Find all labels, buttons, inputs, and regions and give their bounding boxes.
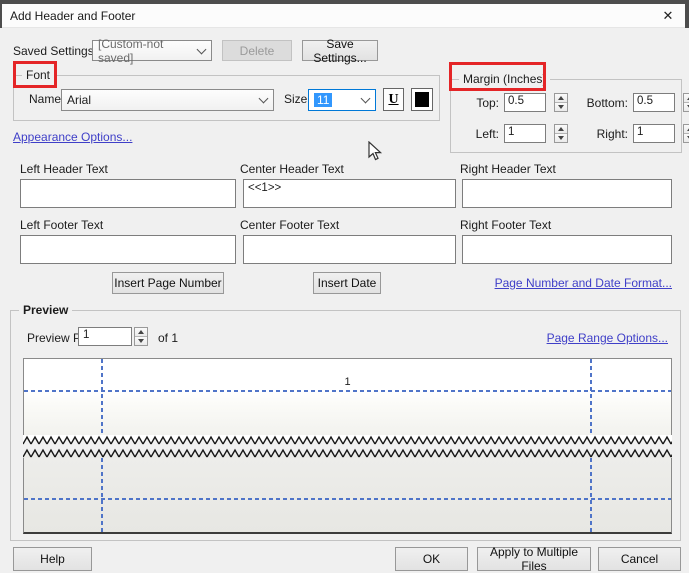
margin-right-spinner[interactable]	[683, 124, 689, 143]
page-tear-edge-top	[23, 435, 672, 445]
appearance-options-link[interactable]: Appearance Options...	[13, 130, 132, 144]
color-swatch-icon	[415, 92, 429, 107]
spin-down-icon[interactable]	[555, 134, 567, 142]
spin-up-icon[interactable]	[555, 125, 567, 134]
font-size-label: Size:	[284, 92, 311, 106]
right-footer-input[interactable]	[462, 235, 672, 264]
help-button[interactable]: Help	[13, 547, 92, 571]
margin-left-spinner[interactable]	[554, 124, 568, 143]
underline-button[interactable]: U	[383, 88, 404, 111]
center-footer-label: Center Footer Text	[240, 218, 339, 232]
preview-group: Preview Preview Page 1 of 1 Page Range O…	[10, 310, 681, 541]
font-size-combo[interactable]: 11	[308, 89, 376, 111]
margin-bottom-spinner[interactable]	[683, 93, 689, 112]
margin-left-label: Left:	[457, 127, 499, 141]
left-margin-guide	[101, 359, 103, 435]
spin-up-icon[interactable]	[684, 94, 689, 103]
margin-row-top: Top: 0.5 Bottom: 0.5	[457, 93, 689, 112]
save-settings-button[interactable]: Save Settings...	[302, 40, 378, 61]
font-annotation-rectangle	[13, 61, 57, 88]
margin-top-input[interactable]: 0.5	[504, 93, 546, 112]
font-group: Font Name: Arial Size: 11 U	[13, 75, 440, 121]
bottom-margin-guide	[24, 498, 671, 500]
mouse-cursor-icon	[368, 141, 383, 162]
font-size-value: 11	[314, 93, 332, 107]
preview-of-text: of 1	[158, 331, 178, 345]
margin-bottom-label: Bottom:	[582, 96, 628, 110]
preview-header-page-number: 1	[24, 376, 671, 388]
chevron-down-icon	[197, 44, 207, 54]
font-name-combo[interactable]: Arial	[61, 89, 274, 111]
center-footer-input[interactable]	[243, 235, 456, 264]
preview-page-input[interactable]: 1	[78, 327, 132, 346]
left-footer-label: Left Footer Text	[20, 218, 103, 232]
left-margin-guide	[101, 458, 103, 532]
font-name-value: Arial	[67, 93, 91, 107]
spin-down-icon[interactable]	[555, 103, 567, 111]
right-margin-guide	[590, 359, 592, 435]
font-name-label: Name:	[29, 92, 64, 106]
left-header-label: Left Header Text	[20, 162, 108, 176]
margin-top-spinner[interactable]	[554, 93, 568, 112]
right-header-input[interactable]	[462, 179, 672, 208]
margin-top-label: Top:	[457, 96, 499, 110]
preview-page-bottom	[23, 458, 672, 534]
saved-settings-combo[interactable]: [Custom-not saved]	[92, 40, 212, 61]
margin-annotation-rectangle	[449, 62, 546, 91]
insert-date-button[interactable]: Insert Date	[313, 272, 381, 294]
left-header-input[interactable]	[20, 179, 236, 208]
right-header-label: Right Header Text	[460, 162, 556, 176]
spin-down-icon[interactable]	[684, 134, 689, 142]
saved-settings-value: [Custom-not saved]	[98, 37, 193, 65]
saved-settings-label: Saved Settings:	[13, 44, 97, 58]
left-footer-input[interactable]	[20, 235, 236, 264]
font-color-swatch-button[interactable]	[411, 88, 433, 111]
right-margin-guide	[590, 458, 592, 532]
chevron-down-icon	[361, 94, 371, 104]
spin-up-icon[interactable]	[135, 328, 147, 337]
preview-page-top: 1	[23, 358, 672, 435]
page-tear-edge-bottom	[23, 448, 672, 458]
page-range-options-link[interactable]: Page Range Options...	[547, 331, 668, 345]
preview-group-label: Preview	[19, 303, 72, 317]
center-header-label: Center Header Text	[240, 162, 344, 176]
margin-right-label: Right:	[582, 127, 628, 141]
chevron-down-icon	[259, 94, 269, 104]
spin-down-icon[interactable]	[684, 103, 689, 111]
spin-up-icon[interactable]	[555, 94, 567, 103]
top-margin-guide	[24, 390, 671, 392]
title-bar: Add Header and Footer ✕	[2, 4, 685, 28]
spin-up-icon[interactable]	[684, 125, 689, 134]
dialog-title: Add Header and Footer	[10, 9, 135, 23]
center-header-input[interactable]: <<1>>	[243, 179, 456, 208]
spin-down-icon[interactable]	[135, 337, 147, 345]
delete-button[interactable]: Delete	[222, 40, 292, 61]
margin-bottom-input[interactable]: 0.5	[633, 93, 675, 112]
page-number-date-format-link[interactable]: Page Number and Date Format...	[495, 276, 672, 290]
margin-right-input[interactable]: 1	[633, 124, 675, 143]
apply-to-multiple-files-button[interactable]: Apply to Multiple Files	[477, 547, 591, 571]
ok-button[interactable]: OK	[395, 547, 468, 571]
add-header-footer-dialog: { "window": { "title": "Add Header and F…	[0, 0, 689, 566]
right-footer-label: Right Footer Text	[460, 218, 551, 232]
cancel-button[interactable]: Cancel	[598, 547, 681, 571]
margin-row-bottom: Left: 1 Right: 1	[457, 124, 689, 143]
margin-left-input[interactable]: 1	[504, 124, 546, 143]
preview-page-spinner[interactable]	[134, 327, 148, 346]
window-frame-right	[685, 0, 689, 28]
close-icon[interactable]: ✕	[659, 7, 677, 25]
insert-page-number-button[interactable]: Insert Page Number	[112, 272, 224, 294]
